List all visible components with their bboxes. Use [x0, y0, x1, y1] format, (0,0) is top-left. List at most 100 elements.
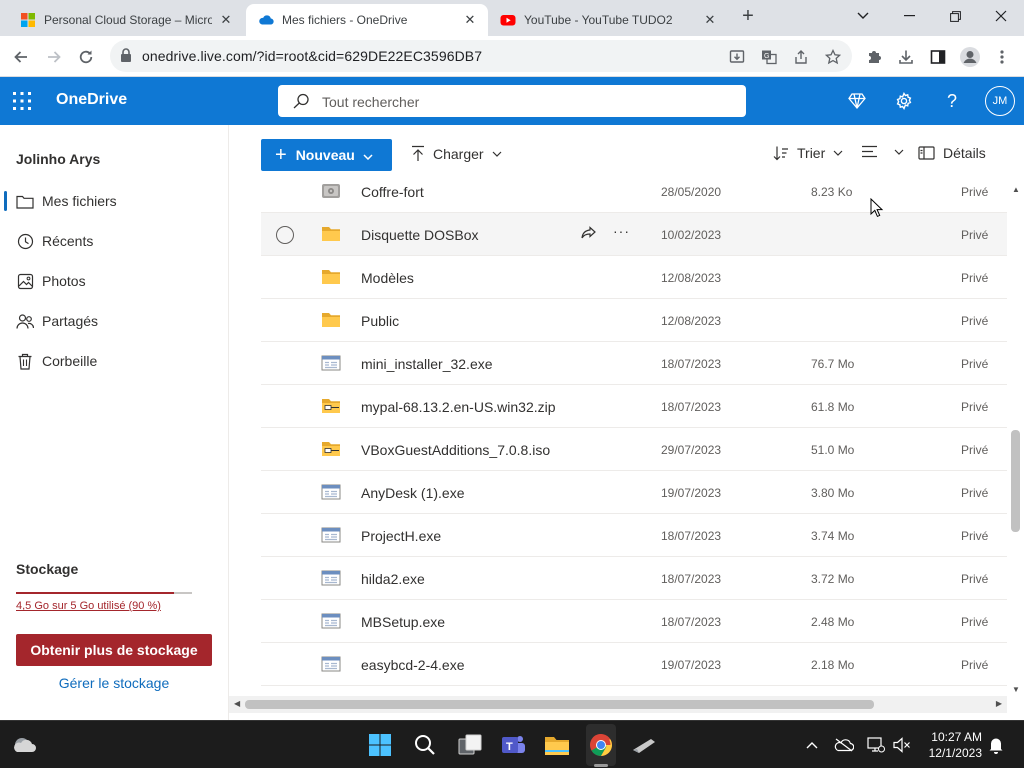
file-row-mbsetup[interactable]: MBSetup.exe 18/07/2023 2.48 Mo Privé: [261, 600, 1007, 643]
more-options-icon[interactable]: ···: [613, 223, 630, 239]
sidebar-item-label: Corbeille: [42, 353, 98, 369]
file-name[interactable]: hilda2.exe: [361, 571, 425, 587]
scroll-right-arrow-icon[interactable]: ▶: [996, 699, 1002, 708]
new-button[interactable]: + Nouveau: [261, 139, 392, 171]
vertical-scroll-thumb[interactable]: [1011, 430, 1020, 532]
vertical-scrollbar[interactable]: ▲ ▼: [1007, 184, 1024, 696]
profile-icon[interactable]: [957, 44, 983, 70]
task-view-icon[interactable]: [456, 731, 484, 759]
taskbar-clock[interactable]: 10:27 AM 12/1/2023: [918, 729, 982, 761]
file-row-coffre-fort[interactable]: Coffre-fort 28/05/2020 8.23 Ko Privé: [261, 184, 1007, 213]
avatar[interactable]: JM: [985, 86, 1015, 116]
file-row-projecth[interactable]: ProjectH.exe 18/07/2023 3.74 Mo Privé: [261, 514, 1007, 557]
file-size: 3.74 Mo: [811, 529, 855, 543]
address-bar[interactable]: onedrive.live.com/?id=root&cid=629DE22EC…: [110, 40, 852, 72]
get-more-storage-button[interactable]: Obtenir plus de stockage: [16, 634, 212, 666]
file-explorer-icon[interactable]: [543, 731, 571, 759]
file-name[interactable]: AnyDesk (1).exe: [361, 485, 464, 501]
scroll-up-arrow-icon[interactable]: ▲: [1012, 185, 1020, 194]
sidebar-item-photos[interactable]: Photos: [0, 261, 228, 301]
network-icon[interactable]: [866, 735, 886, 755]
view-options-button[interactable]: [861, 145, 904, 158]
file-name[interactable]: easybcd-2-4.exe: [361, 657, 465, 673]
chrome-icon[interactable]: [587, 731, 615, 759]
weather-widget-icon[interactable]: [10, 731, 38, 759]
details-button[interactable]: Détails: [918, 145, 986, 161]
downloads-icon[interactable]: [893, 44, 919, 70]
reload-icon[interactable]: [73, 44, 99, 70]
bookmark-star-icon[interactable]: [824, 48, 842, 66]
file-name[interactable]: Modèles: [361, 270, 414, 286]
file-row-public[interactable]: Public 12/08/2023 Privé: [261, 299, 1007, 342]
volume-muted-icon[interactable]: [892, 735, 912, 755]
storage-usage-link[interactable]: 4,5 Go sur 5 Go utilisé (90 %): [16, 600, 161, 612]
extensions-puzzle-icon[interactable]: [861, 44, 887, 70]
file-row-disquette-dosbox[interactable]: Disquette DOSBox ··· 10/02/2023 Privé: [261, 213, 1007, 256]
file-name[interactable]: Public: [361, 313, 399, 329]
row-select-radio[interactable]: [276, 226, 294, 244]
sort-button[interactable]: Trier: [773, 145, 843, 161]
show-hidden-icons-chevron-icon[interactable]: [802, 735, 822, 755]
file-access: Privé: [961, 443, 989, 457]
side-panel-icon[interactable]: [925, 44, 951, 70]
file-row-anydesk[interactable]: AnyDesk (1).exe 19/07/2023 3.80 Mo Privé: [261, 471, 1007, 514]
windows-start-icon[interactable]: [366, 731, 394, 759]
close-tab-icon[interactable]: ✕: [702, 12, 718, 28]
search-icon: [293, 93, 309, 109]
file-name[interactable]: Coffre-fort: [361, 184, 424, 200]
file-row-mypal-zip[interactable]: mypal-68.13.2.en-US.win32.zip 18/07/2023…: [261, 385, 1007, 428]
horizontal-scroll-thumb[interactable]: [245, 700, 874, 709]
back-arrow-icon[interactable]: [8, 44, 34, 70]
browser-tab-personal-cloud[interactable]: Personal Cloud Storage – Micros ✕: [8, 4, 244, 36]
search-input[interactable]: Tout rechercher: [278, 85, 746, 117]
close-tab-icon[interactable]: ✕: [462, 12, 478, 28]
translate-icon[interactable]: G: [760, 48, 778, 66]
browser-menu-icon[interactable]: [989, 44, 1015, 70]
settings-gear-icon[interactable]: [892, 89, 916, 113]
close-window-icon[interactable]: [978, 0, 1024, 32]
taskbar-search-icon[interactable]: [411, 731, 439, 759]
file-name[interactable]: Disquette DOSBox: [361, 227, 479, 243]
snipping-tool-icon[interactable]: [630, 731, 658, 759]
sidebar-item-label: Récents: [42, 233, 94, 249]
sidebar-item-recents[interactable]: Récents: [0, 221, 228, 261]
scroll-down-arrow-icon[interactable]: ▼: [1012, 685, 1020, 694]
browser-tab-youtube[interactable]: YouTube - YouTube TUDO2 ✕: [488, 4, 728, 36]
onedrive-tray-icon[interactable]: [834, 735, 854, 755]
browser-tab-onedrive[interactable]: Mes fichiers - OneDrive ✕: [246, 4, 488, 36]
sidebar-item-corbeille[interactable]: Corbeille: [0, 341, 228, 381]
app-launcher-waffle-icon[interactable]: [12, 91, 32, 111]
help-question-icon[interactable]: ?: [940, 89, 964, 113]
file-size: 3.80 Mo: [811, 486, 855, 500]
restore-window-icon[interactable]: [932, 0, 978, 32]
file-name[interactable]: VBoxGuestAdditions_7.0.8.iso: [361, 442, 550, 458]
scroll-left-arrow-icon[interactable]: ◀: [234, 699, 240, 708]
manage-storage-link[interactable]: Gérer le stockage: [16, 675, 212, 691]
sidebar-item-mes-fichiers[interactable]: Mes fichiers: [0, 181, 228, 221]
file-name[interactable]: mypal-68.13.2.en-US.win32.zip: [361, 399, 556, 415]
share-icon[interactable]: [792, 48, 810, 66]
minimize-window-icon[interactable]: [886, 0, 932, 32]
folder-icon: [322, 270, 340, 284]
file-name[interactable]: mini_installer_32.exe: [361, 356, 493, 372]
file-name[interactable]: MBSetup.exe: [361, 614, 445, 630]
onedrive-brand[interactable]: OneDrive: [56, 91, 127, 109]
sidebar-item-partages[interactable]: Partagés: [0, 301, 228, 341]
close-tab-icon[interactable]: ✕: [218, 12, 234, 28]
teams-chat-icon[interactable]: T: [500, 731, 528, 759]
upload-button[interactable]: Charger: [411, 145, 502, 162]
file-row-vbox-iso[interactable]: VBoxGuestAdditions_7.0.8.iso 29/07/2023 …: [261, 428, 1007, 471]
file-row-mini-installer[interactable]: mini_installer_32.exe 18/07/2023 76.7 Mo…: [261, 342, 1007, 385]
new-tab-button[interactable]: +: [737, 6, 759, 28]
notification-bell-icon[interactable]: [986, 735, 1006, 755]
file-row-easybcd[interactable]: easybcd-2-4.exe 19/07/2023 2.18 Mo Privé: [261, 643, 1007, 686]
share-icon[interactable]: [579, 225, 597, 243]
file-row-modeles[interactable]: Modèles 12/08/2023 Privé: [261, 256, 1007, 299]
horizontal-scrollbar[interactable]: ◀ ▶: [229, 696, 1007, 713]
install-app-icon[interactable]: [728, 48, 746, 66]
premium-diamond-icon[interactable]: [845, 89, 869, 113]
file-row-hilda2[interactable]: hilda2.exe 18/07/2023 3.72 Mo Privé: [261, 557, 1007, 600]
forward-arrow-icon[interactable]: [41, 44, 67, 70]
file-name[interactable]: ProjectH.exe: [361, 528, 441, 544]
tab-search-icon[interactable]: [840, 0, 886, 32]
